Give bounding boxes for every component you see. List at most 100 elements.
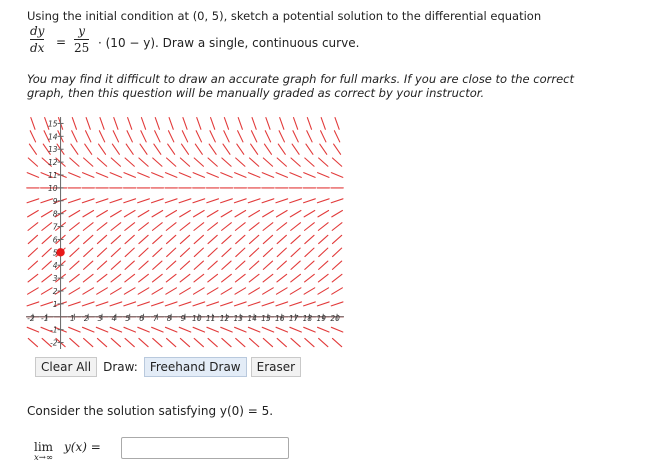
slope-segment [71, 117, 78, 130]
slope-segment [27, 209, 39, 218]
limit-answer-input[interactable] [121, 437, 289, 459]
slope-segment [96, 260, 108, 270]
slope-segment [111, 143, 120, 155]
slope-segment [194, 143, 203, 155]
slope-segment [27, 287, 39, 295]
slope-segment [207, 222, 219, 231]
slope-segment [206, 209, 219, 218]
slope-segment [304, 157, 315, 167]
slope-segment [292, 130, 299, 143]
x-tick-label: 20 [330, 314, 340, 323]
slope-segment [303, 198, 316, 204]
slope-segment [319, 143, 328, 155]
slope-segment [84, 130, 92, 143]
slope-segment [150, 198, 164, 204]
freehand-draw-button[interactable]: Freehand Draw [143, 357, 247, 377]
slope-segment [109, 326, 123, 333]
slope-segment [276, 273, 288, 283]
slope-segment [208, 143, 217, 155]
slope-segment [275, 287, 288, 295]
x-tick-label: 9 [181, 314, 186, 323]
slope-segment [331, 234, 343, 245]
slope-segment [137, 287, 150, 295]
slope-segment [333, 130, 341, 143]
slope-segment [138, 157, 149, 167]
slope-field-graph[interactable]: -2 -1 1 2 3 4 5 6 7 8 9 10 11 12 13 14 15 16 17 18 19 2015141… [26, 117, 344, 349]
slope-segment [316, 198, 330, 204]
x-tick-label: 6 [139, 314, 144, 323]
slope-segment [151, 287, 164, 295]
slope-segment [206, 301, 220, 307]
slope-segment [275, 209, 288, 218]
slope-segment [96, 247, 108, 258]
slope-segment [193, 247, 204, 258]
slope-segment [276, 157, 287, 167]
slope-segment [40, 209, 53, 218]
slope-segment [207, 247, 218, 258]
x-tick-label: 3 [98, 314, 103, 323]
slope-segment [68, 172, 81, 178]
slope-segment [95, 172, 109, 178]
slope-segment [220, 326, 233, 333]
slope-segment [165, 273, 177, 283]
slope-segment [262, 234, 274, 245]
slope-segment [261, 198, 275, 204]
eraser-button[interactable]: Eraser [250, 357, 302, 377]
slope-segment [96, 234, 108, 245]
slope-segment [220, 198, 233, 204]
slope-segment [318, 260, 329, 270]
slope-segment [68, 209, 81, 218]
slope-segment [235, 234, 246, 245]
slope-segment [27, 247, 38, 258]
x-tick-label: 15 [261, 314, 271, 323]
slope-segment [112, 130, 120, 143]
clear-all-button[interactable]: Clear All [35, 357, 98, 377]
slope-segment [96, 337, 108, 348]
slope-segment [30, 117, 36, 130]
slope-segment [192, 301, 206, 307]
slope-segment [110, 247, 121, 258]
x-tick-label: 1 [70, 314, 75, 323]
x-tick-label: -2 [27, 314, 35, 323]
slope-segment [220, 172, 233, 178]
y-tick-label: 14 [48, 132, 58, 141]
slope-segment [68, 222, 80, 231]
slope-segment [235, 260, 246, 270]
slope-segment [123, 287, 136, 295]
slope-segment [207, 234, 218, 245]
slope-segment [289, 326, 302, 333]
slope-segment [234, 326, 247, 333]
slope-segment [164, 198, 178, 204]
slope-segment [237, 117, 243, 130]
slope-segment [290, 337, 301, 348]
slope-segment [207, 157, 218, 167]
slope-segment [304, 273, 315, 283]
slope-segment [221, 234, 232, 245]
slope-segment [69, 337, 80, 348]
slope-segment [70, 143, 79, 155]
slope-segment [306, 130, 313, 143]
slope-segment [279, 117, 285, 130]
slope-segment [84, 143, 93, 155]
x-tick-label: 14 [247, 314, 257, 323]
slope-segment [320, 117, 326, 130]
slope-segment [233, 301, 247, 307]
slope-segment [152, 247, 163, 258]
slope-segment [180, 143, 190, 155]
slope-segment [83, 157, 94, 167]
slope-segment [137, 209, 150, 218]
slope-segment [41, 222, 53, 231]
slope-segment [123, 301, 137, 307]
slope-segment [137, 172, 150, 178]
slope-segment [206, 198, 220, 204]
slope-segment [193, 157, 204, 167]
slope-segment [275, 172, 289, 178]
slope-segment [181, 130, 189, 143]
slope-segment [275, 326, 289, 333]
slope-segment [316, 326, 330, 333]
slope-segment [334, 117, 340, 130]
x-tick-label: 8 [167, 314, 172, 323]
slope-segment [85, 117, 91, 130]
y-tick-label: -2 [50, 339, 58, 348]
equals-sign: = [56, 35, 67, 49]
